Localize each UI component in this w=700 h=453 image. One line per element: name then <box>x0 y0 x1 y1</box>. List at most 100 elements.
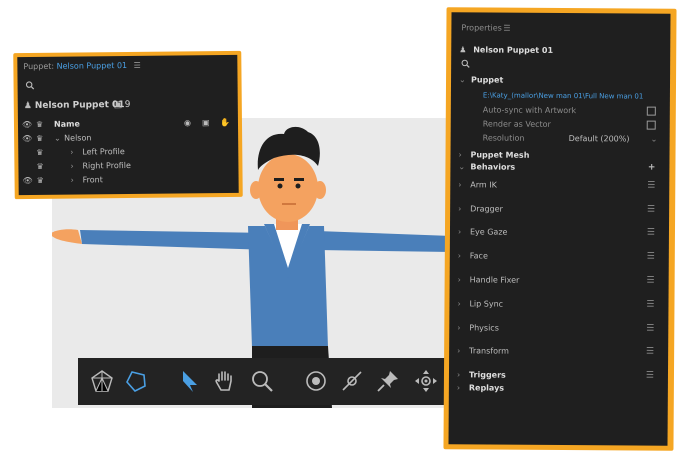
chevron-down-icon[interactable]: ⌄ <box>651 134 658 143</box>
search-row[interactable] <box>451 57 670 73</box>
search-icon[interactable] <box>461 59 470 70</box>
chevron-right-icon[interactable]: › <box>458 150 461 159</box>
puppet-panel: Puppet: Nelson Puppet 01 ☰ ♟ Nelson Pupp… <box>17 54 239 196</box>
puppet-panel-frame: Puppet: Nelson Puppet 01 ☰ ♟ Nelson Pupp… <box>13 50 243 200</box>
chevron-right-icon[interactable]: › <box>70 162 73 171</box>
target-icon[interactable]: ◉ <box>184 118 191 127</box>
layer-count: 9 <box>124 99 131 111</box>
chevron-right-icon[interactable]: › <box>458 180 461 189</box>
behavior-name: Dragger <box>470 203 503 214</box>
polygon-icon[interactable] <box>122 367 150 395</box>
pin-icon[interactable] <box>374 367 402 395</box>
chevron-right-icon[interactable]: › <box>458 251 461 260</box>
layer-name: Front <box>82 175 103 185</box>
chevron-right-icon[interactable]: › <box>457 346 460 355</box>
behavior-name: Eye Gaze <box>469 226 508 237</box>
handle-icon[interactable] <box>302 367 330 395</box>
puppet-icon: ♟ <box>23 101 32 112</box>
hand-icon[interactable] <box>210 367 238 395</box>
behavior-row[interactable]: › Dragger ☰ <box>450 201 669 217</box>
chevron-down-icon[interactable]: ⌄ <box>459 75 466 84</box>
chevron-down-icon[interactable]: ⌄ <box>458 162 465 171</box>
artwork-path[interactable]: E:\Katy_(mallor\New man 01\Full New man … <box>483 91 643 100</box>
layer-row[interactable]: 👁 ♛ › Front <box>19 172 239 187</box>
layer-row[interactable]: ♛ › Right Profile <box>18 158 238 173</box>
section-behaviors[interactable]: ⌄ Behaviors + <box>450 159 669 175</box>
crown-icon[interactable]: ♛ <box>36 162 43 171</box>
auto-sync-checkbox[interactable] <box>646 106 656 116</box>
puppet-header-name[interactable]: Nelson Puppet 01 <box>57 61 128 71</box>
behavior-menu-icon[interactable]: ☰ <box>646 324 654 334</box>
chevron-right-icon[interactable]: › <box>457 323 460 332</box>
zoom-icon[interactable] <box>248 367 276 395</box>
behavior-menu-icon[interactable]: ☰ <box>647 181 655 191</box>
section-mesh-label: Puppet Mesh <box>470 149 530 160</box>
render-vector-checkbox[interactable] <box>646 120 656 130</box>
camera-icon: ▣ <box>113 100 123 111</box>
layer-row[interactable]: ♛ › Left Profile <box>18 144 238 159</box>
behavior-menu-icon[interactable]: ☰ <box>647 252 655 262</box>
section-puppet[interactable]: ⌄ Puppet <box>451 72 670 88</box>
eye-icon[interactable]: 👁 <box>22 134 32 143</box>
behavior-menu-icon[interactable]: ☰ <box>647 276 655 286</box>
properties-panel-frame: Properties ☰ ♟ Nelson Puppet 01 ⌄ Puppet… <box>443 7 677 451</box>
panel-menu-icon[interactable]: ☰ <box>134 61 141 70</box>
triggers-menu-icon[interactable]: ☰ <box>646 371 654 381</box>
puppet-header-label: Puppet: <box>23 61 55 72</box>
panel-menu-icon[interactable]: ☰ <box>503 23 510 32</box>
mesh-icon[interactable] <box>88 367 116 395</box>
behavior-row[interactable]: › Physics ☰ <box>449 320 668 336</box>
tools-bar <box>78 358 450 405</box>
chevron-right-icon[interactable]: › <box>458 275 461 284</box>
eye-icon[interactable]: 👁 <box>23 176 33 185</box>
behavior-name: Handle Fixer <box>469 274 520 285</box>
add-behavior-icon[interactable]: + <box>648 163 656 173</box>
behavior-row[interactable]: › Eye Gaze ☰ <box>450 224 669 240</box>
move-icon[interactable] <box>412 367 440 395</box>
layer-row[interactable]: 👁 ♛ ⌄ Nelson <box>18 130 238 145</box>
chevron-down-icon[interactable]: ⌄ <box>54 134 61 143</box>
stick-icon[interactable] <box>338 367 366 395</box>
resolution-select[interactable]: Default (200%) <box>569 134 630 143</box>
section-replays[interactable]: › Replays <box>449 380 668 396</box>
crown-icon[interactable]: ♛ <box>36 134 43 143</box>
layer-name: Right Profile <box>82 160 131 171</box>
behavior-row[interactable]: › Transform ☰ <box>449 343 668 359</box>
chevron-right-icon[interactable]: › <box>458 227 461 236</box>
resolution-row[interactable]: Resolution Default (200%) ⌄ <box>451 130 670 146</box>
puppet-icon: ♟ <box>459 44 467 54</box>
search-icon[interactable] <box>25 81 35 92</box>
select-arrow-icon[interactable] <box>176 367 204 395</box>
section-replays-label: Replays <box>468 382 505 393</box>
crown-icon[interactable]: ♛ <box>36 120 43 129</box>
crown-icon[interactable]: ♛ <box>36 148 43 157</box>
chevron-right-icon[interactable]: › <box>70 148 73 157</box>
layer-name: Left Profile <box>82 147 125 157</box>
behavior-row[interactable]: › Handle Fixer ☰ <box>450 272 669 288</box>
auto-sync-row[interactable]: Auto-sync with Artwork <box>451 102 670 118</box>
behavior-menu-icon[interactable]: ☰ <box>647 228 655 238</box>
behavior-row[interactable]: › Face ☰ <box>450 248 669 264</box>
chevron-right-icon[interactable]: › <box>71 176 74 185</box>
puppet-title: Nelson Puppet 01 <box>34 100 125 111</box>
hand-icon[interactable]: ✋ <box>220 118 230 127</box>
crown-icon[interactable]: ♛ <box>37 176 44 185</box>
camera-icon[interactable]: ▣ <box>202 118 210 127</box>
behavior-name: Arm IK <box>470 179 497 190</box>
behavior-menu-icon[interactable]: ☰ <box>646 347 654 357</box>
behavior-name: Transform <box>469 345 509 356</box>
properties-header-label: Properties <box>461 22 502 33</box>
chevron-right-icon[interactable]: › <box>457 299 460 308</box>
puppet-panel-header: Puppet: Nelson Puppet 01 ☰ <box>23 61 141 71</box>
behavior-row[interactable]: › Lip Sync ☰ <box>449 296 668 312</box>
behavior-menu-icon[interactable]: ☰ <box>647 205 655 215</box>
puppet-name-row: ♟ Nelson Puppet 01 <box>451 42 670 58</box>
properties-panel: Properties ☰ ♟ Nelson Puppet 01 ⌄ Puppet… <box>448 12 671 446</box>
behavior-menu-icon[interactable]: ☰ <box>646 300 654 310</box>
render-vector-row[interactable]: Render as Vector <box>451 116 670 132</box>
eye-icon[interactable]: 👁 <box>22 120 32 129</box>
chevron-right-icon[interactable]: › <box>458 204 461 213</box>
behavior-row[interactable]: › Arm IK ☰ <box>450 177 669 193</box>
chevron-right-icon[interactable]: › <box>457 370 460 379</box>
chevron-right-icon[interactable]: › <box>457 383 460 392</box>
